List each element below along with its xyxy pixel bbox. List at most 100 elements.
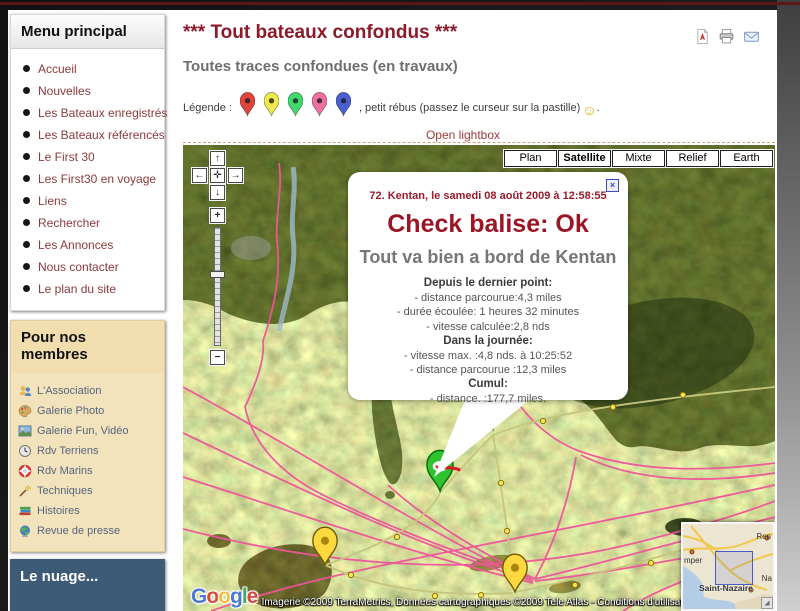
sidebar-item-first30[interactable]: Le First 30 bbox=[23, 147, 158, 166]
legend-pin-yellow[interactable] bbox=[264, 92, 279, 117]
pdf-icon[interactable] bbox=[695, 28, 710, 45]
member-link-label[interactable]: Histoires bbox=[37, 505, 80, 517]
sidebar-item-accueil[interactable]: Accueil bbox=[23, 59, 158, 78]
sidebar-item-bateaux-enregistres[interactable]: Les Bateaux enregistrés bbox=[23, 103, 158, 122]
sidebar-item-plan-site[interactable]: Le plan du site bbox=[23, 279, 158, 298]
bullet-icon bbox=[23, 219, 30, 226]
infowindow-heading: 72. Kentan, le samedi 08 août 2009 à 12:… bbox=[348, 190, 628, 202]
bullet-icon bbox=[23, 241, 30, 248]
zoom-out-button[interactable]: − bbox=[210, 350, 225, 365]
palette-icon bbox=[18, 404, 32, 418]
sidebar-item-annonces[interactable]: Les Annonces bbox=[23, 235, 158, 254]
pan-up-button[interactable]: ↑ bbox=[210, 151, 225, 166]
picture-icon bbox=[18, 424, 32, 438]
sidebar-item-first30-voyage[interactable]: Les First30 en voyage bbox=[23, 169, 158, 188]
legend-note: , petit rébus (passez le curseur sur la … bbox=[359, 102, 580, 117]
sidebar-item-rechercher[interactable]: Rechercher bbox=[23, 213, 158, 232]
legend-pin-green[interactable] bbox=[288, 92, 303, 117]
sidebar-item-label[interactable]: Le First 30 bbox=[38, 150, 95, 164]
overview-minimap[interactable]: Ren mper Saint-Nazaire Na bbox=[681, 522, 775, 611]
member-link-label[interactable]: Rdv Marins bbox=[37, 465, 93, 477]
tag-cloud-box: Le nuage... akkadossiersinscriptionitali… bbox=[10, 559, 165, 611]
pan-right-button[interactable]: → bbox=[228, 168, 243, 183]
sidebar-item-label[interactable]: Nous contacter bbox=[38, 260, 119, 274]
legend-pins bbox=[240, 92, 351, 117]
open-lightbox-link[interactable]: Open lightbox bbox=[183, 128, 743, 142]
page: Menu principal Accueil Nouvelles Les Bat… bbox=[0, 0, 800, 611]
sidebar-item-galerie-photo[interactable]: Galerie Photo bbox=[18, 401, 160, 421]
map-button-relief[interactable]: Relief bbox=[666, 150, 719, 167]
email-icon[interactable] bbox=[743, 28, 760, 45]
bullet-icon bbox=[23, 87, 30, 94]
sidebar-item-nouvelles[interactable]: Nouvelles bbox=[23, 81, 158, 100]
clock-icon bbox=[18, 444, 32, 458]
map-container[interactable]: Plan Satellite Mixte Relief Earth ↑ ← ✛ … bbox=[183, 145, 775, 611]
minimap-label-saint-nazaire: Saint-Nazaire bbox=[699, 583, 753, 593]
minimap-label-nantes: Na bbox=[762, 574, 772, 583]
collapse-arrow-icon bbox=[762, 598, 772, 608]
member-link-label[interactable]: Techniques bbox=[37, 485, 93, 497]
sidebar-item-label[interactable]: Accueil bbox=[38, 62, 77, 76]
print-icon[interactable] bbox=[718, 28, 735, 45]
logo-letter: g bbox=[230, 585, 242, 608]
map-button-plan[interactable]: Plan bbox=[504, 150, 557, 167]
sidebar-item-label[interactable]: Les Bateaux référencés bbox=[38, 128, 165, 142]
sidebar-item-liens[interactable]: Liens bbox=[23, 191, 158, 210]
sidebar-item-label[interactable]: Nouvelles bbox=[38, 84, 91, 98]
main-menu-box: Menu principal Accueil Nouvelles Les Bat… bbox=[10, 14, 165, 311]
logo-letter: e bbox=[247, 585, 258, 608]
zoom-slider-rail[interactable] bbox=[214, 227, 221, 346]
close-icon[interactable]: × bbox=[606, 179, 619, 192]
sidebar-item-rdv-terriens[interactable]: Rdv Terriens bbox=[18, 441, 160, 461]
logo-letter: G bbox=[191, 585, 206, 608]
sidebar-item-label[interactable]: Rechercher bbox=[38, 216, 100, 230]
detail-line: - distance parcourue :12,3 miles bbox=[348, 363, 628, 377]
zoom-in-button[interactable]: + bbox=[210, 208, 225, 223]
map-button-satellite[interactable]: Satellite bbox=[558, 150, 611, 167]
sidebar-item-label[interactable]: Les Annonces bbox=[38, 238, 113, 252]
main-menu-title: Menu principal bbox=[11, 15, 164, 49]
map-button-mixte[interactable]: Mixte bbox=[612, 150, 665, 167]
sidebar-item-label[interactable]: Liens bbox=[38, 194, 67, 208]
legend-pin-blue[interactable] bbox=[336, 92, 351, 117]
legend: Légende : , petit rébus (passez le curse… bbox=[183, 92, 600, 117]
sidebar-item-techniques[interactable]: Techniques bbox=[18, 481, 160, 501]
logo-letter: o bbox=[218, 585, 230, 608]
pan-down-button[interactable]: ↓ bbox=[210, 185, 225, 200]
sidebar-item-association[interactable]: L'Association bbox=[18, 381, 160, 401]
pan-center-button[interactable]: ✛ bbox=[210, 168, 225, 183]
member-link-label[interactable]: L'Association bbox=[37, 385, 101, 397]
detail-line: - durée écoulée: 1 heures 32 minutes bbox=[348, 305, 628, 319]
sidebar-item-contacter[interactable]: Nous contacter bbox=[23, 257, 158, 276]
lifebuoy-icon bbox=[18, 464, 32, 478]
pan-left-button[interactable]: ← bbox=[192, 168, 207, 183]
sidebar-item-bateaux-references[interactable]: Les Bateaux référencés bbox=[23, 125, 158, 144]
legend-pin-pink[interactable] bbox=[312, 92, 327, 117]
sidebar-item-label[interactable]: Les Bateaux enregistrés bbox=[38, 106, 167, 120]
sidebar-item-rdv-marins[interactable]: Rdv Marins bbox=[18, 461, 160, 481]
minimap-collapse-button[interactable] bbox=[761, 597, 773, 609]
smiley-icon: ☺ bbox=[582, 104, 596, 117]
section-title: Dans la journée: bbox=[348, 334, 628, 349]
minimap-viewport-rectangle[interactable] bbox=[715, 551, 753, 585]
zoom-slider-handle[interactable] bbox=[210, 271, 225, 278]
map-button-earth[interactable]: Earth bbox=[720, 150, 773, 167]
member-link-label[interactable]: Galerie Fun, Vidéo bbox=[37, 425, 129, 437]
member-link-label[interactable]: Revue de presse bbox=[37, 525, 120, 537]
page-subtitle: Toutes traces confondues (en travaux) bbox=[183, 58, 458, 75]
sidebar-item-label[interactable]: Les First30 en voyage bbox=[38, 172, 156, 186]
sidebar-item-galerie-fun[interactable]: Galerie Fun, Vidéo bbox=[18, 421, 160, 441]
member-link-label[interactable]: Galerie Photo bbox=[37, 405, 104, 417]
minimap-label-quimper: mper bbox=[684, 556, 702, 565]
google-logo[interactable]: Google bbox=[191, 585, 257, 609]
sidebar-item-revue-presse[interactable]: Revue de presse bbox=[18, 521, 160, 541]
globe-icon bbox=[18, 524, 32, 538]
infowindow: × 72. Kentan, le samedi 08 août 2009 à 1… bbox=[348, 172, 628, 400]
member-link-label[interactable]: Rdv Terriens bbox=[37, 445, 99, 457]
legend-label: Légende : bbox=[183, 102, 232, 117]
sidebar-item-label[interactable]: Le plan du site bbox=[38, 282, 116, 296]
sidebar-item-histoires[interactable]: Histoires bbox=[18, 501, 160, 521]
bullet-icon bbox=[23, 153, 30, 160]
members-list: L'Association Galerie Photo Galerie Fun,… bbox=[11, 381, 164, 541]
legend-pin-red[interactable] bbox=[240, 92, 255, 117]
